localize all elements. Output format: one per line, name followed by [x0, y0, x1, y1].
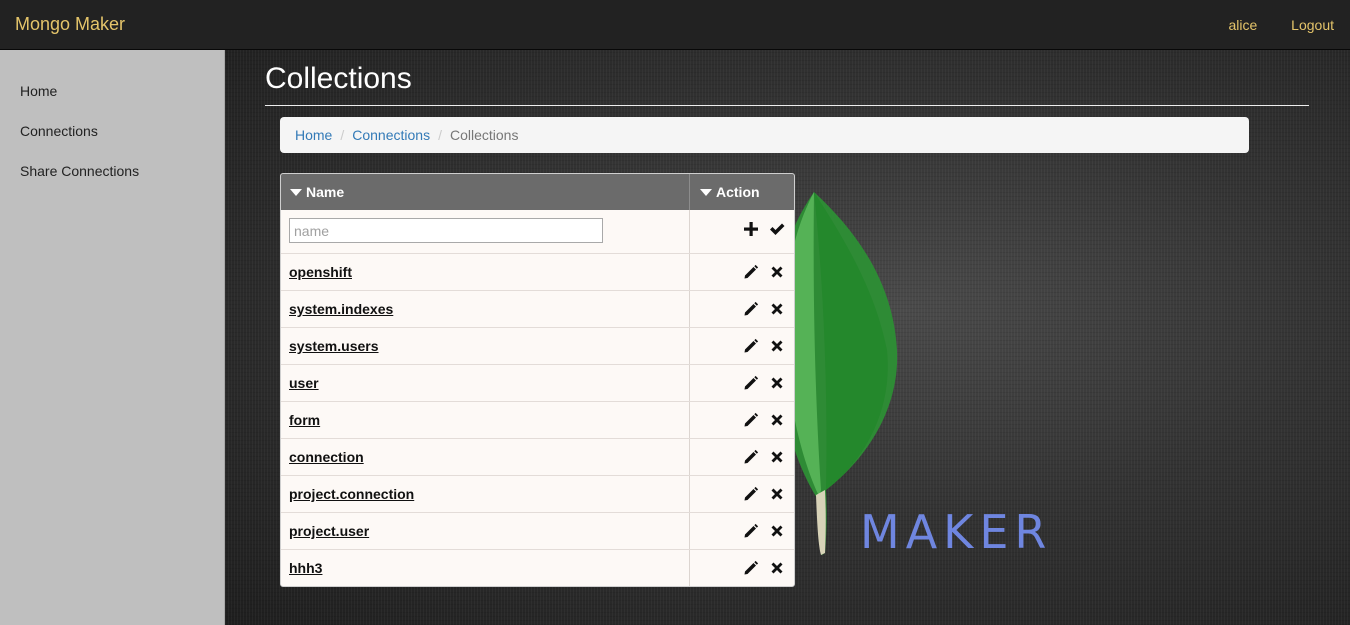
table-row: system.indexes	[281, 290, 794, 327]
pencil-icon[interactable]	[742, 374, 760, 392]
nav-right: alice Logout	[1198, 17, 1334, 33]
name-cell: user	[281, 365, 690, 401]
new-collection-row	[281, 210, 794, 253]
grid-header: Name Action	[281, 174, 794, 210]
collection-link[interactable]: connection	[289, 449, 364, 465]
main-content: MAKER Collections Home / Connections / Colle…	[225, 50, 1350, 625]
close-icon[interactable]	[768, 411, 786, 429]
close-icon[interactable]	[768, 300, 786, 318]
close-icon[interactable]	[768, 448, 786, 466]
action-cell	[691, 291, 794, 327]
pencil-icon[interactable]	[742, 337, 760, 355]
collection-link[interactable]: hhh3	[289, 560, 322, 576]
name-cell: openshift	[281, 254, 690, 290]
action-cell	[691, 439, 794, 475]
close-icon[interactable]	[768, 485, 786, 503]
caret-down-icon	[700, 189, 712, 196]
table-row: openshift	[281, 253, 794, 290]
title-divider	[265, 105, 1309, 106]
brand-link[interactable]: Mongo Maker	[15, 14, 125, 35]
breadcrumb-current: Collections	[449, 127, 519, 143]
name-cell: system.indexes	[281, 291, 690, 327]
pencil-icon[interactable]	[742, 485, 760, 503]
table-row: system.users	[281, 327, 794, 364]
pencil-icon[interactable]	[742, 263, 760, 281]
sidebar-item-connections[interactable]: Connections	[20, 123, 98, 139]
name-cell: hhh3	[281, 550, 690, 586]
table-row: project.connection	[281, 475, 794, 512]
logout-link[interactable]: Logout	[1291, 17, 1334, 33]
breadcrumb: Home / Connections / Collections	[280, 117, 1249, 153]
collections-grid: Name Action openshift	[280, 173, 795, 587]
collection-link[interactable]: project.user	[289, 523, 369, 539]
close-icon[interactable]	[768, 263, 786, 281]
maker-logo-text: MAKER	[860, 505, 1053, 559]
name-cell: form	[281, 402, 690, 438]
name-cell: project.user	[281, 513, 690, 549]
table-row: user	[281, 364, 794, 401]
column-header-name[interactable]: Name	[281, 174, 690, 210]
name-cell: connection	[281, 439, 690, 475]
column-header-label: Action	[716, 184, 760, 200]
pencil-icon[interactable]	[742, 300, 760, 318]
new-collection-cell	[281, 210, 690, 253]
action-cell	[691, 254, 794, 290]
collection-link[interactable]: form	[289, 412, 320, 428]
name-cell: system.users	[281, 328, 690, 364]
pencil-icon[interactable]	[742, 448, 760, 466]
action-cell	[691, 365, 794, 401]
plus-icon[interactable]	[742, 220, 760, 238]
sidebar-item-share-connections[interactable]: Share Connections	[20, 163, 139, 179]
caret-down-icon	[290, 189, 302, 196]
user-link[interactable]: alice	[1228, 17, 1257, 33]
breadcrumb-separator: /	[340, 127, 345, 143]
check-icon[interactable]	[768, 220, 786, 238]
breadcrumb-separator: /	[438, 127, 442, 143]
pencil-icon[interactable]	[742, 411, 760, 429]
action-cell	[691, 476, 794, 512]
action-cell	[691, 550, 794, 586]
action-cell	[691, 328, 794, 364]
sidebar: Home Connections Share Connections	[0, 50, 225, 625]
name-cell: project.connection	[281, 476, 690, 512]
close-icon[interactable]	[768, 337, 786, 355]
breadcrumb-home[interactable]: Home	[295, 127, 332, 143]
pencil-icon[interactable]	[742, 559, 760, 577]
new-collection-actions	[691, 210, 794, 253]
action-cell	[691, 513, 794, 549]
close-icon[interactable]	[768, 522, 786, 540]
collection-link[interactable]: project.connection	[289, 486, 414, 502]
collection-link[interactable]: openshift	[289, 264, 352, 280]
top-navbar: Mongo Maker alice Logout	[0, 0, 1350, 50]
close-icon[interactable]	[768, 559, 786, 577]
column-header-label: Name	[306, 184, 345, 200]
new-collection-name-input[interactable]	[289, 218, 603, 243]
collection-link[interactable]: system.indexes	[289, 301, 393, 317]
collection-rows: openshift system.indexes system.users us…	[281, 253, 794, 586]
table-row: connection	[281, 438, 794, 475]
breadcrumb-connections[interactable]: Connections	[352, 127, 430, 143]
collection-link[interactable]: user	[289, 375, 319, 391]
column-header-action[interactable]: Action	[691, 174, 794, 210]
close-icon[interactable]	[768, 374, 786, 392]
page-title: Collections	[265, 62, 412, 95]
collection-link[interactable]: system.users	[289, 338, 379, 354]
table-row: hhh3	[281, 549, 794, 586]
sidebar-item-home[interactable]: Home	[20, 83, 57, 99]
action-cell	[691, 402, 794, 438]
table-row: project.user	[281, 512, 794, 549]
pencil-icon[interactable]	[742, 522, 760, 540]
table-row: form	[281, 401, 794, 438]
